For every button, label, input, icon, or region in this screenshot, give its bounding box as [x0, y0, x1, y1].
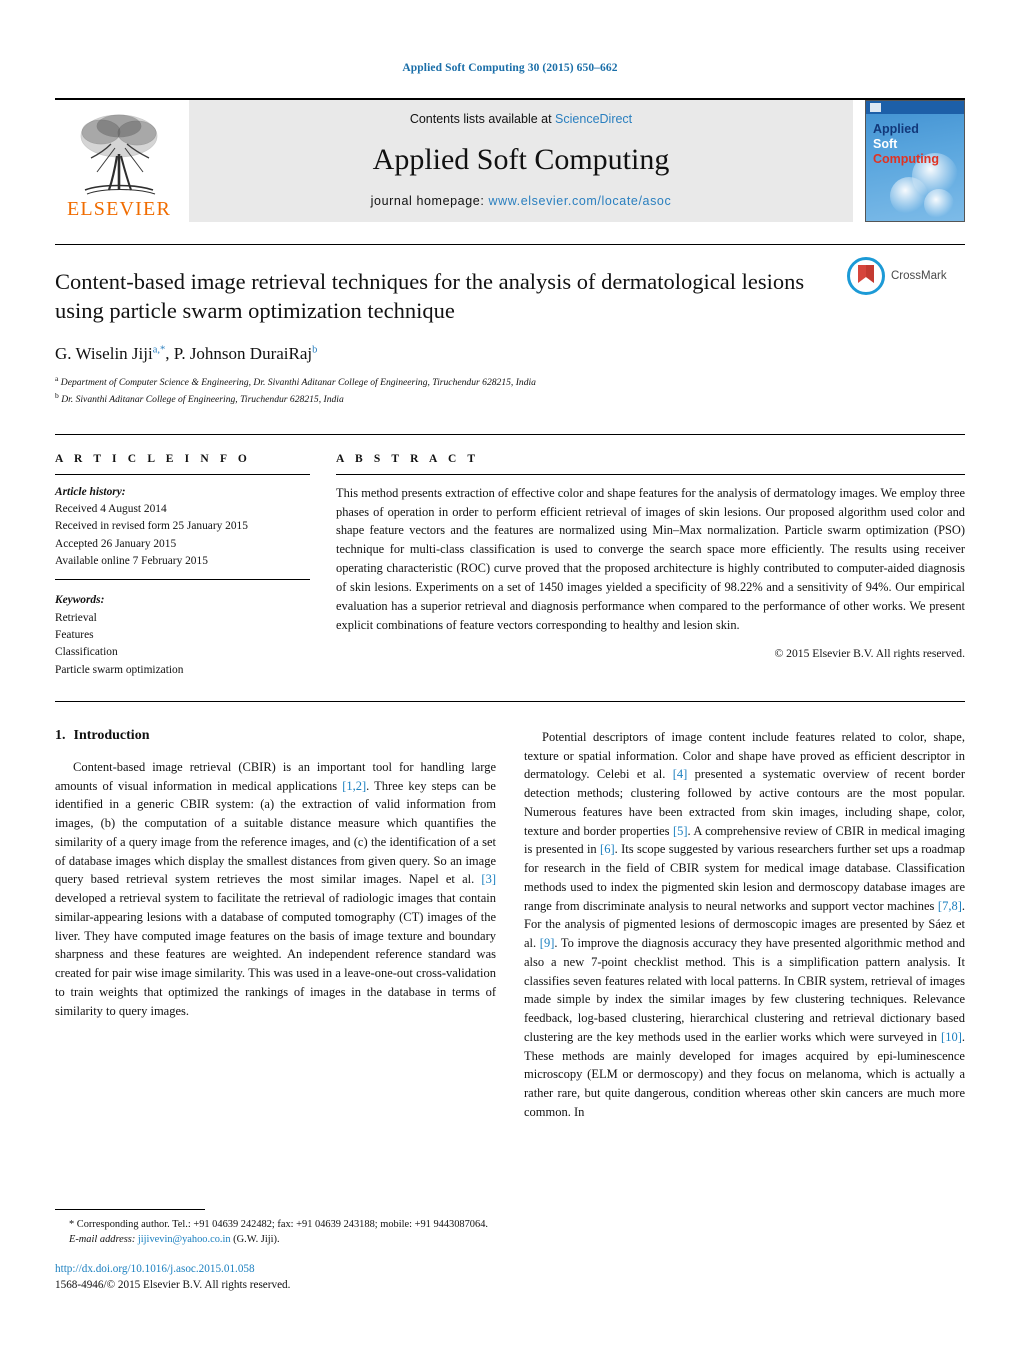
author-list: G. Wiselin Jijia,*, P. Johnson DuraiRajb	[55, 344, 965, 364]
contents-available-line: Contents lists available at ScienceDirec…	[410, 112, 632, 126]
corresponding-text: Corresponding author. Tel.: +91 04639 24…	[74, 1218, 488, 1230]
homepage-label: journal homepage:	[370, 194, 485, 208]
body-column-left: 1. Introduction Content-based image retri…	[55, 728, 496, 1131]
journal-cover-thumbnail: Applied Soft Computing	[865, 100, 965, 222]
citation-ref[interactable]: [6]	[600, 842, 615, 856]
author-name-1: G. Wiselin Jiji	[55, 343, 153, 363]
author-separator: ,	[165, 343, 174, 363]
citation-ref[interactable]: [7,8]	[938, 899, 962, 913]
elsevier-wordmark: ELSEVIER	[66, 198, 172, 220]
elsevier-logo: ELSEVIER	[55, 100, 183, 222]
email-label: E-mail address:	[69, 1233, 136, 1245]
corresponding-author-note: * Corresponding author. Tel.: +91 04639 …	[55, 1217, 495, 1232]
article-available-online: Available online 7 February 2015	[55, 554, 208, 567]
author-name-2: P. Johnson DuraiRaj	[173, 343, 313, 363]
article-revised: Received in revised form 25 January 2015	[55, 520, 248, 533]
intro-left-text-b: . Three key steps can be identified in a…	[55, 778, 496, 887]
abstract-column: A B S T R A C T This method presents ext…	[336, 453, 965, 679]
intro-paragraph-right: Potential descriptors of image content i…	[524, 728, 965, 1122]
abstract-heading: A B S T R A C T	[336, 452, 480, 465]
contents-prefix: Contents lists available at	[409, 112, 556, 126]
info-abstract-row: A R T I C L E I N F O Article history: R…	[55, 433, 965, 679]
section-number: 1.	[55, 727, 66, 743]
citation-ref[interactable]: [4]	[673, 767, 688, 781]
affiliation-b-marker: b	[55, 391, 59, 401]
cover-badge-icon	[870, 103, 881, 112]
elsevier-tree-icon	[80, 114, 158, 195]
journal-homepage-line: journal homepage: www.elsevier.com/locat…	[371, 194, 672, 208]
citation-ref[interactable]: [9]	[540, 936, 555, 950]
keywords-rule	[55, 579, 310, 581]
abstract-text: This method presents extraction of effec…	[336, 485, 965, 632]
citation-ref[interactable]: [1,2]	[342, 779, 366, 793]
cover-top-bar	[866, 101, 964, 114]
cover-line-computing: Computing	[873, 151, 939, 166]
doi-block: http://dx.doi.org/10.1016/j.asoc.2015.01…	[55, 1261, 495, 1293]
running-head: Applied Soft Computing 30 (2015) 650–662	[402, 62, 618, 74]
author-2-affil-marker: b	[312, 343, 318, 355]
cover-line-soft: Soft	[873, 136, 898, 151]
footnote-block: * Corresponding author. Tel.: +91 04639 …	[55, 1208, 495, 1247]
section-title: Introduction	[73, 727, 150, 743]
cover-blob-3	[924, 189, 954, 219]
email-note: E-mail address: jijivevin@yahoo.co.in (G…	[55, 1232, 495, 1247]
author-1-affil-marker: a,*	[152, 343, 166, 355]
cover-blob-2	[890, 177, 928, 215]
homepage-url-link[interactable]: www.elsevier.com/locate/asoc	[488, 194, 671, 208]
citation-ref[interactable]: [3]	[481, 872, 496, 886]
crossmark-label: CrossMark	[891, 270, 947, 282]
article-info-rule	[55, 473, 310, 475]
article-info-column: A R T I C L E I N F O Article history: R…	[55, 453, 310, 679]
crossmark-icon	[847, 257, 885, 295]
keywords-group: Keywords: Retrieval Features Classificat…	[55, 592, 310, 679]
intro-right-text-f: . To improve the diagnosis accuracy they…	[524, 936, 965, 1044]
body-column-right: Potential descriptors of image content i…	[524, 728, 965, 1131]
affiliation-b: b Dr. Sivanthi Aditanar College of Engin…	[55, 390, 965, 408]
email-owner: (G.W. Jiji).	[230, 1233, 280, 1245]
citation-ref[interactable]: [5]	[673, 824, 688, 838]
paper-page: Applied Soft Computing 30 (2015) 650–662	[0, 0, 1020, 1351]
article-info-heading: A R T I C L E I N F O	[55, 452, 251, 465]
crossmark-badge[interactable]: CrossMark	[847, 257, 965, 295]
doi-link[interactable]: http://dx.doi.org/10.1016/j.asoc.2015.01…	[55, 1261, 495, 1277]
page-title: Content-based image retrieval techniques…	[55, 269, 805, 324]
masthead-center: Contents lists available at ScienceDirec…	[189, 100, 853, 222]
affiliation-a: a Department of Computer Science & Engin…	[55, 373, 965, 391]
cover-line-applied: Applied	[873, 122, 919, 136]
intro-left-text-c: developed a retrieval system to facilita…	[55, 891, 496, 1018]
abstract-rule	[336, 473, 965, 475]
affiliation-a-text: Department of Computer Science & Enginee…	[60, 376, 536, 388]
article-received: Received 4 August 2014	[55, 502, 167, 515]
body-separator-rule	[55, 700, 965, 702]
email-link[interactable]: jijivevin@yahoo.co.in	[138, 1234, 231, 1245]
sciencedirect-link[interactable]: ScienceDirect	[555, 112, 632, 126]
abstract-copyright: © 2015 Elsevier B.V. All rights reserved…	[774, 647, 965, 661]
article-history-label: Article history:	[55, 485, 126, 498]
section-heading-introduction: 1. Introduction	[55, 728, 496, 744]
affiliations: a Department of Computer Science & Engin…	[55, 373, 965, 408]
keyword-item: Particle swarm optimization	[55, 663, 184, 676]
cover-title-lines: Applied Soft Computing	[866, 114, 964, 166]
issn-copyright-line: 1568-4946/© 2015 Elsevier B.V. All right…	[55, 1278, 291, 1291]
keywords-label: Keywords:	[55, 594, 105, 607]
keyword-item: Retrieval	[55, 611, 97, 624]
footnote-rule	[55, 1208, 205, 1210]
article-history-group: Article history: Received 4 August 2014 …	[55, 484, 310, 571]
body-columns: 1. Introduction Content-based image retri…	[55, 728, 965, 1131]
journal-title: Applied Soft Computing	[372, 143, 670, 176]
affiliation-b-text: Dr. Sivanthi Aditanar College of Enginee…	[61, 394, 344, 406]
title-block: Content-based image retrieval techniques…	[55, 244, 965, 408]
affiliation-a-marker: a	[55, 373, 59, 383]
keyword-item: Classification	[55, 646, 118, 659]
citation-ref[interactable]: [10]	[941, 1030, 962, 1044]
article-accepted: Accepted 26 January 2015	[55, 537, 177, 550]
intro-paragraph-left: Content-based image retrieval (CBIR) is …	[55, 758, 496, 1021]
keyword-item: Features	[55, 628, 94, 641]
journal-masthead: ELSEVIER Contents lists available at Sci…	[55, 98, 965, 222]
